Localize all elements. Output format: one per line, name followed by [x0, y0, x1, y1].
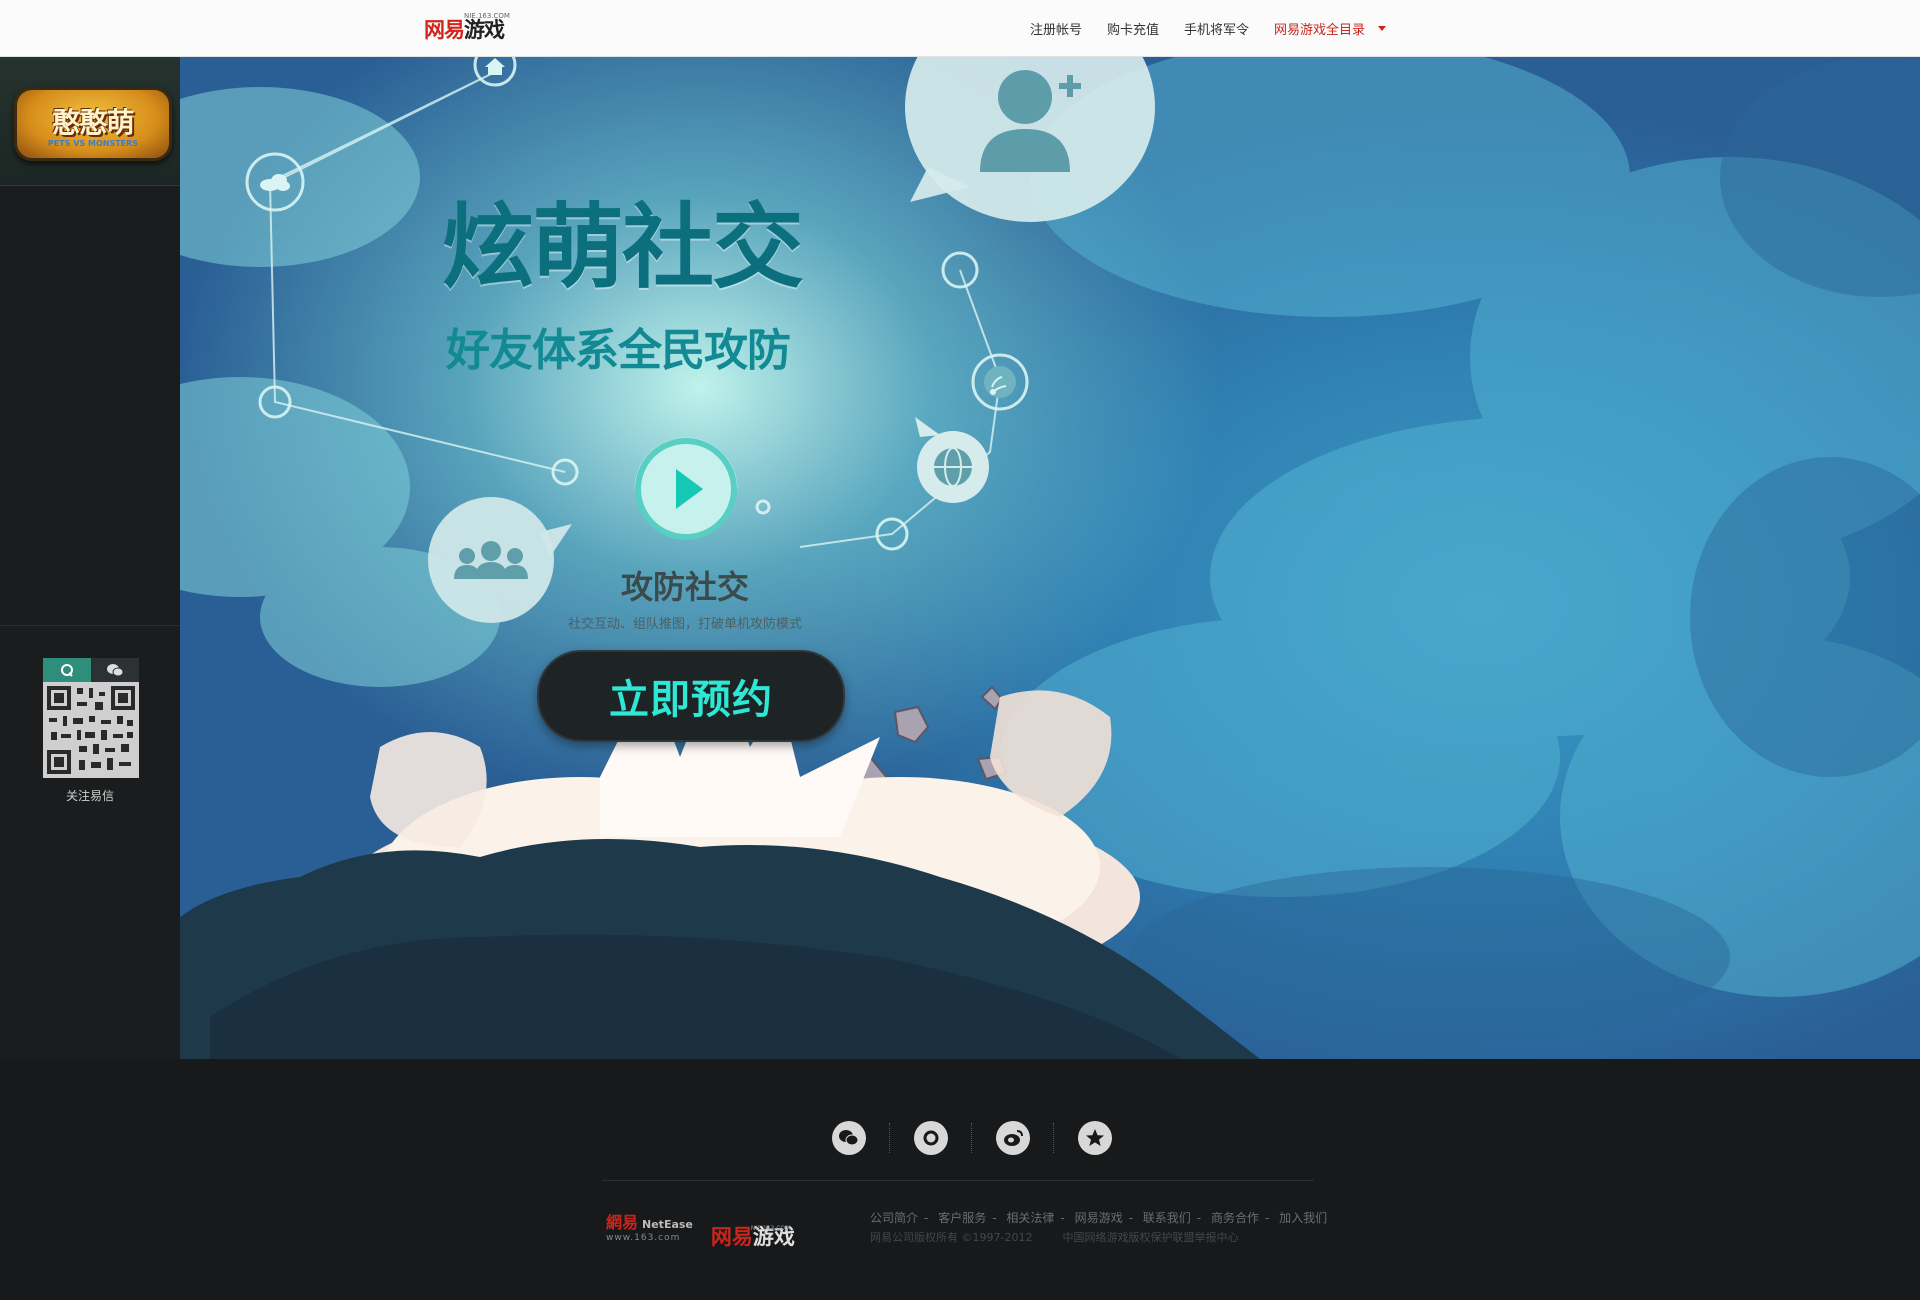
game-logo-title: 憨憨萌	[52, 105, 134, 139]
qr-caption: 关注易信	[65, 789, 114, 803]
footer: 網易 NetEase www.163.com 网易游戏 NIE.163.COM 公…	[0, 1059, 1920, 1300]
play-icon	[634, 437, 738, 540]
group-icon	[428, 497, 572, 623]
preorder-button[interactable]: 立即预约	[537, 650, 845, 742]
logo-domain: NIE.163.COM	[464, 12, 510, 20]
hero-banner: 炫萌社交 好友体系全民攻防 攻防社交 社交互动、组队推图，打破单机攻防模式 立即…	[180, 57, 1920, 1059]
hero-headline: 炫萌社交	[442, 194, 804, 301]
footer-link-games[interactable]: 网易游戏	[1075, 1211, 1123, 1225]
chevron-down-icon[interactable]	[1378, 26, 1387, 31]
footer-link-careers[interactable]: 加入我们	[1279, 1211, 1327, 1225]
logo-red-text: 网易	[424, 18, 465, 42]
social-separator	[889, 1123, 891, 1153]
home-icon	[485, 58, 505, 75]
section-title: 攻防社交	[620, 568, 749, 606]
footer-link-legal[interactable]: 相关法律	[1006, 1211, 1054, 1225]
footer-copyright: 网易公司版权所有 ©1997-2012 中国网络游戏版权保护联盟举报中心	[870, 1229, 1238, 1245]
footer-divider	[602, 1180, 1314, 1181]
globe-icon	[915, 417, 989, 503]
sidebar: 憨憨萌 PETS VS MONSTERS 关注易信	[0, 57, 180, 1059]
qq-icon	[61, 664, 73, 677]
footer-link-business[interactable]: 商务合作	[1211, 1211, 1259, 1225]
netease-logo-cn: 網易	[606, 1213, 639, 1232]
copyright-text: 网易公司版权所有 ©1997-2012	[870, 1231, 1033, 1244]
nav-all-games-link[interactable]: 网易游戏全目录	[1274, 19, 1365, 38]
netease-games-logo[interactable]: 网易 游戏 NIE.163.COM	[424, 12, 510, 44]
hero-background-art	[180, 57, 1920, 1059]
hero-subline: 好友体系全民攻防	[446, 325, 791, 376]
game-logo-subtitle: PETS VS MONSTERS	[47, 138, 139, 148]
social-separator	[1053, 1123, 1055, 1153]
footer-link-service[interactable]: 客户服务	[938, 1211, 986, 1225]
game-logo[interactable]: 憨憨萌 PETS VS MONSTERS	[14, 87, 172, 161]
footer-links: 公司简介 - 客户服务 - 相关法律 - 网易游戏 - 联系我们 - 商务合作 - 加入我们	[870, 1211, 1328, 1225]
nav-register-link[interactable]: 注册帐号	[1030, 19, 1082, 38]
qr-code	[43, 682, 139, 778]
netease-logo[interactable]: 網易 NetEase www.163.com	[606, 1209, 693, 1243]
top-bar: 网易 游戏 NIE.163.COM 注册帐号 购卡充值 手机将军令 网易游戏全目录	[0, 0, 1920, 57]
nav-recharge-link[interactable]: 购卡充值	[1107, 19, 1159, 38]
nie-logo-red: 网易	[710, 1224, 753, 1249]
play-video-button[interactable]	[621, 424, 751, 554]
qr-tabs	[43, 658, 139, 682]
copyright-org-link[interactable]: 中国网络游戏版权保护联盟举报中心	[1062, 1231, 1238, 1244]
section-description: 社交互动、组队推图，打破单机攻防模式	[567, 617, 802, 632]
nie-logo[interactable]: 网易游戏 NIE.163.COM	[711, 1221, 795, 1249]
nav-mobile-token-link[interactable]: 手机将军令	[1184, 19, 1249, 38]
qr-tab-qq[interactable]	[43, 658, 91, 682]
wechat-icon	[107, 664, 124, 677]
game-logo-area[interactable]: 憨憨萌 PETS VS MONSTERS	[0, 57, 180, 186]
star-icon[interactable]	[1078, 1121, 1112, 1155]
footer-link-about[interactable]: 公司简介	[870, 1211, 918, 1225]
social-icons	[832, 1121, 1112, 1155]
preorder-button-label: 立即预约	[609, 677, 773, 723]
footer-logos: 網易 NetEase www.163.com 网易游戏 NIE.163.COM	[606, 1209, 795, 1249]
top-nav: 注册帐号 购卡充值 手机将军令 网易游戏全目录	[1030, 0, 1387, 56]
social-separator	[971, 1123, 973, 1153]
qr-tab-wechat[interactable]	[91, 658, 139, 682]
netease-domain: www.163.com	[606, 1233, 681, 1243]
nie-domain: NIE.163.COM	[750, 1224, 791, 1232]
weibo-icon[interactable]	[996, 1121, 1030, 1155]
qq-icon[interactable]	[914, 1121, 948, 1155]
footer-link-contact[interactable]: 联系我们	[1143, 1211, 1191, 1225]
netease-logo-en: NetEase	[642, 1218, 693, 1231]
wifi-icon	[984, 366, 1016, 398]
sidebar-divider	[0, 625, 180, 626]
wechat-icon[interactable]	[832, 1121, 866, 1155]
